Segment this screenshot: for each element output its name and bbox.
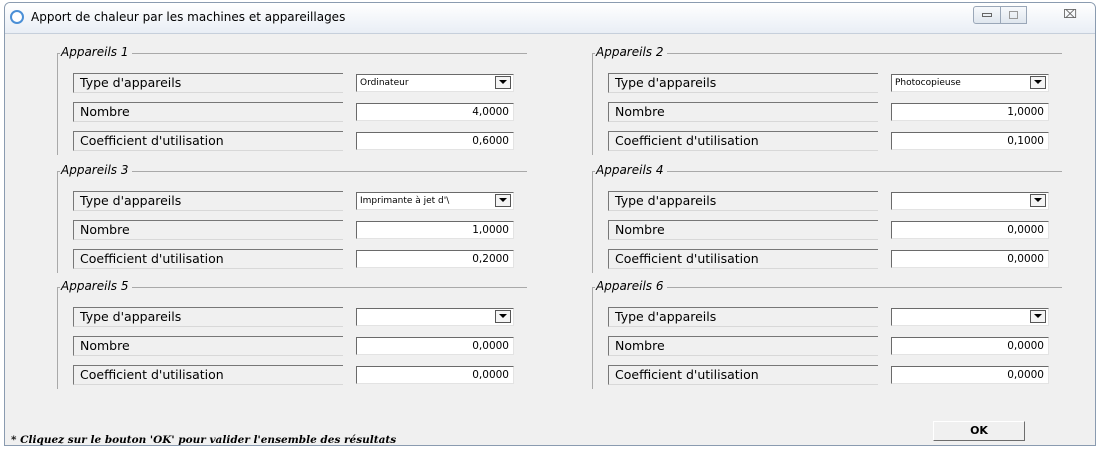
dialog-window: Apport de chaleur par les machines et ap… (4, 2, 1096, 446)
chevron-down-icon (499, 198, 507, 202)
nombre-field[interactable]: 1,0000 (891, 103, 1049, 121)
row-type: Type d'appareils (608, 191, 1062, 211)
type-select[interactable]: Ordinateur (356, 74, 514, 92)
coefficient-field[interactable]: 0,0000 (356, 366, 514, 384)
coefficient-field[interactable]: 0,0000 (891, 366, 1049, 384)
label-coefficient: Coefficient d'utilisation (608, 249, 878, 269)
row-nombre: Nombre 0,0000 (73, 336, 527, 356)
row-type: Type d'appareils Imprimante à jet d'\ (73, 191, 527, 211)
type-select[interactable] (356, 308, 514, 326)
row-coefficient: Coefficient d'utilisation 0,0000 (73, 365, 527, 385)
label-type: Type d'appareils (608, 73, 878, 93)
type-select-value: Photocopieuse (895, 78, 961, 88)
dropdown-button[interactable] (1030, 76, 1046, 89)
chevron-down-icon (1034, 198, 1042, 202)
group-appareils-2: Appareils 2 Type d'appareils Photocopieu… (592, 45, 1062, 155)
coefficient-field[interactable]: 0,1000 (891, 132, 1049, 150)
minimize-icon (982, 13, 992, 17)
type-select-value (895, 193, 1026, 209)
row-nombre: Nombre 0,0000 (608, 220, 1062, 240)
nombre-field[interactable]: 0,0000 (891, 337, 1049, 355)
group-title: Appareils 3 (60, 163, 133, 177)
row-nombre: Nombre 4,0000 (73, 102, 527, 122)
type-select-value: Imprimante à jet d'\ (360, 196, 450, 206)
label-coefficient: Coefficient d'utilisation (73, 131, 343, 151)
label-type: Type d'appareils (608, 191, 878, 211)
row-coefficient: Coefficient d'utilisation 0,2000 (73, 249, 527, 269)
nombre-field[interactable]: 1,0000 (356, 221, 514, 239)
label-coefficient: Coefficient d'utilisation (73, 365, 343, 385)
maximize-icon (1009, 11, 1018, 19)
row-coefficient: Coefficient d'utilisation 0,1000 (608, 131, 1062, 151)
label-type: Type d'appareils (608, 307, 878, 327)
row-type: Type d'appareils (73, 307, 527, 327)
type-select[interactable]: Photocopieuse (891, 74, 1049, 92)
chevron-down-icon (1034, 314, 1042, 318)
maximize-button[interactable] (1001, 6, 1027, 24)
row-nombre: Nombre 0,0000 (608, 336, 1062, 356)
row-type: Type d'appareils Photocopieuse (608, 73, 1062, 93)
group-appareils-4: Appareils 4 Type d'appareils Nombre 0,00… (592, 163, 1062, 273)
group-appareils-6: Appareils 6 Type d'appareils Nombre 0,00… (592, 279, 1062, 389)
dropdown-button[interactable] (495, 76, 511, 89)
minimize-button[interactable] (973, 6, 1001, 24)
label-nombre: Nombre (73, 220, 343, 240)
group-appareils-1: Appareils 1 Type d'appareils Ordinateur … (57, 45, 527, 155)
coefficient-field[interactable]: 0,6000 (356, 132, 514, 150)
row-type: Type d'appareils (608, 307, 1062, 327)
app-icon (10, 10, 24, 24)
window-title: Apport de chaleur par les machines et ap… (31, 10, 346, 24)
chevron-down-icon (499, 80, 507, 84)
label-nombre: Nombre (608, 102, 878, 122)
close-button[interactable]: ⌧ (1053, 6, 1087, 24)
label-nombre: Nombre (73, 336, 343, 356)
type-select-value: Ordinateur (360, 78, 409, 88)
label-type: Type d'appareils (73, 191, 343, 211)
nombre-field[interactable]: 0,0000 (356, 337, 514, 355)
label-coefficient: Coefficient d'utilisation (73, 249, 343, 269)
row-coefficient: Coefficient d'utilisation 0,6000 (73, 131, 527, 151)
label-nombre: Nombre (608, 336, 878, 356)
row-nombre: Nombre 1,0000 (73, 220, 527, 240)
type-select[interactable] (891, 192, 1049, 210)
type-select[interactable]: Imprimante à jet d'\ (356, 192, 514, 210)
type-select[interactable] (891, 308, 1049, 326)
group-title: Appareils 4 (595, 163, 668, 177)
nombre-field[interactable]: 0,0000 (891, 221, 1049, 239)
row-nombre: Nombre 1,0000 (608, 102, 1062, 122)
group-appareils-5: Appareils 5 Type d'appareils Nombre 0,00… (57, 279, 527, 389)
chevron-down-icon (499, 314, 507, 318)
row-coefficient: Coefficient d'utilisation 0,0000 (608, 365, 1062, 385)
label-type: Type d'appareils (73, 307, 343, 327)
row-type: Type d'appareils Ordinateur (73, 73, 527, 93)
dropdown-button[interactable] (495, 310, 511, 323)
nombre-field[interactable]: 4,0000 (356, 103, 514, 121)
group-title: Appareils 6 (595, 279, 668, 293)
dropdown-button[interactable] (1030, 194, 1046, 207)
ok-button[interactable]: OK (933, 421, 1025, 441)
label-nombre: Nombre (73, 102, 343, 122)
type-select-value (895, 309, 1026, 325)
chevron-down-icon (1034, 80, 1042, 84)
coefficient-field[interactable]: 0,0000 (891, 250, 1049, 268)
dropdown-button[interactable] (495, 194, 511, 207)
group-title: Appareils 1 (60, 45, 133, 59)
label-coefficient: Coefficient d'utilisation (608, 131, 878, 151)
dropdown-button[interactable] (1030, 310, 1046, 323)
group-title: Appareils 5 (60, 279, 133, 293)
label-type: Type d'appareils (73, 73, 343, 93)
group-appareils-3: Appareils 3 Type d'appareils Imprimante … (57, 163, 527, 273)
footer-note: * Cliquez sur le bouton 'OK' pour valide… (11, 434, 397, 446)
group-title: Appareils 2 (595, 45, 668, 59)
coefficient-field[interactable]: 0,2000 (356, 250, 514, 268)
title-bar: Apport de chaleur par les machines et ap… (5, 3, 1095, 34)
label-coefficient: Coefficient d'utilisation (608, 365, 878, 385)
row-coefficient: Coefficient d'utilisation 0,0000 (608, 249, 1062, 269)
type-select-value (360, 309, 491, 325)
label-nombre: Nombre (608, 220, 878, 240)
